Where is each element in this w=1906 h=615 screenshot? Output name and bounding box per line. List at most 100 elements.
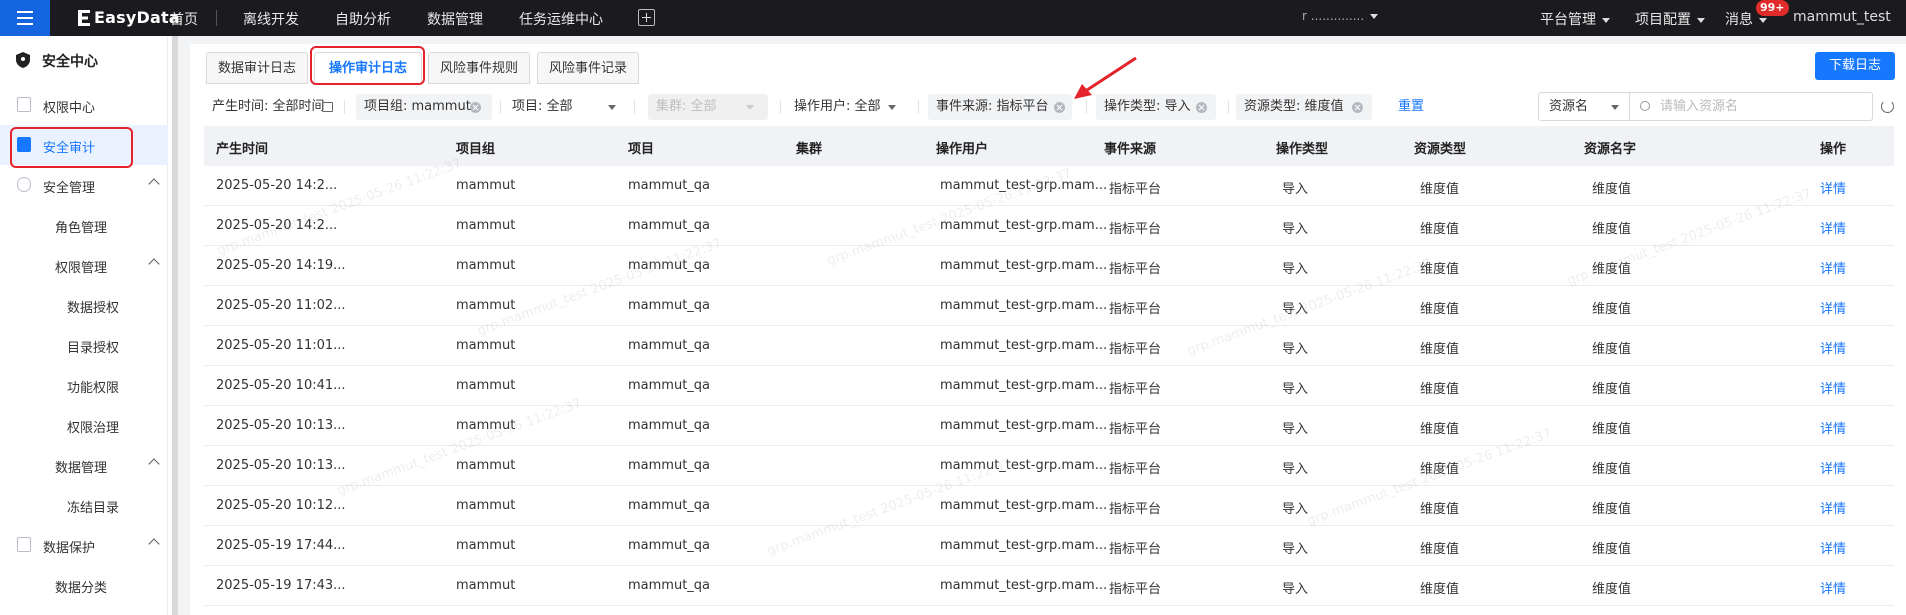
detail-link[interactable]: 详情 xyxy=(1820,298,1846,317)
cell-resource-type: 维度值 xyxy=(1420,342,1460,357)
chevron-up-icon xyxy=(148,538,160,550)
project-filter[interactable]: 项目: 全部 xyxy=(512,94,622,120)
column-header[interactable]: 项目组 xyxy=(456,138,495,157)
table-row: 2025-05-20 10:12... mammut mammut_qa mammut… xyxy=(204,486,1894,526)
column-header[interactable]: 操作用户 xyxy=(936,138,988,157)
detail-link[interactable]: 详情 xyxy=(1820,498,1846,517)
cell-resource-name: 维度值 xyxy=(1592,502,1632,517)
detail-link[interactable]: 详情 xyxy=(1820,418,1846,437)
chevron-down-icon xyxy=(608,105,616,110)
cell-created-time: 2025-05-19 17:43... xyxy=(216,578,346,593)
detail-link[interactable]: 详情 xyxy=(1820,578,1846,597)
cell-project-group: mammut xyxy=(456,458,516,473)
resource-field-select[interactable]: 资源名 xyxy=(1538,92,1630,121)
sidebar: 安全中心 权限中心 安全审计 安全管理 角色管理 权限管理 数据授权 目录授权 … xyxy=(0,36,168,615)
cell-project: mammut_qa xyxy=(628,458,711,473)
nav-self-analysis[interactable]: 自助分析 xyxy=(335,9,391,29)
sidebar-item-label: 角色管理 xyxy=(55,221,108,236)
sidebar-item-data-authorization[interactable]: 数据授权 xyxy=(0,285,168,325)
top-nav-bar: EasyData 首页 离线开发 自助分析 数据管理 任务运维中心 r ....… xyxy=(0,0,1906,36)
sidebar-item-frozen-catalog[interactable]: 冻结目录 xyxy=(0,485,168,525)
column-header[interactable]: 资源名字 xyxy=(1584,138,1636,157)
column-header[interactable]: 产生时间 xyxy=(216,138,268,157)
sidebar-item-data-protection[interactable]: 数据保护 xyxy=(0,525,168,565)
sidebar-item-permission-center[interactable]: 权限中心 xyxy=(0,85,168,125)
nav-data-management[interactable]: 数据管理 xyxy=(427,9,483,29)
resource-type-filter[interactable]: 资源类型: 维度值 xyxy=(1236,94,1372,120)
clear-icon[interactable] xyxy=(1352,102,1363,113)
cell-operator-user: mammut_test-grp.mam... xyxy=(940,458,1108,473)
sidebar-item-data-classification[interactable]: 数据分类 xyxy=(0,565,168,605)
detail-link[interactable]: 详情 xyxy=(1820,178,1846,197)
cell-resource-type: 维度值 xyxy=(1420,542,1460,557)
clear-icon[interactable] xyxy=(1054,102,1065,113)
cell-resource-name: 维度值 xyxy=(1592,342,1632,357)
chevron-up-icon xyxy=(148,178,160,190)
tab-risk-event-rules[interactable]: 风险事件规则 xyxy=(428,52,530,84)
cell-created-time: 2025-05-20 10:12... xyxy=(216,498,346,513)
event-source-filter[interactable]: 事件来源: 指标平台 xyxy=(928,94,1072,120)
column-header[interactable]: 集群 xyxy=(796,138,822,157)
tenant-selector[interactable]: r .............. xyxy=(1302,9,1379,23)
sidebar-item-permission-management[interactable]: 权限管理 xyxy=(0,245,168,285)
operator-user-filter[interactable]: 操作用户: 全部 xyxy=(794,94,904,120)
project-config-menu[interactable]: 项目配置 xyxy=(1635,9,1705,29)
sidebar-item-function-permission[interactable]: 功能权限 xyxy=(0,365,168,405)
sidebar-item-label: 数据分类 xyxy=(55,581,108,596)
column-header[interactable]: 操作 xyxy=(1820,138,1846,157)
tab-data-audit-log[interactable]: 数据审计日志 xyxy=(206,52,308,84)
nav-divider xyxy=(216,10,217,26)
time-filter[interactable]: 产生时间: 全部时间 xyxy=(212,94,336,120)
filter-divider xyxy=(634,100,635,114)
detail-link[interactable]: 详情 xyxy=(1820,538,1846,557)
cell-event-source: 指标平台 xyxy=(1109,262,1162,277)
sidebar-item-catalog-authorization[interactable]: 目录授权 xyxy=(0,325,168,365)
nav-ops-center[interactable]: 任务运维中心 xyxy=(519,9,603,29)
detail-link[interactable]: 详情 xyxy=(1820,338,1846,357)
column-header[interactable]: 操作类型 xyxy=(1276,138,1328,157)
sidebar-item-security-management[interactable]: 安全管理 xyxy=(0,165,168,205)
sidebar-item-label: 权限管理 xyxy=(55,261,108,276)
table-row: 2025-05-20 14:2... mammut mammut_qa mammut_… xyxy=(204,166,1894,206)
cell-operator-user: mammut_test-grp.mam... xyxy=(940,258,1108,273)
chevron-down-icon xyxy=(746,105,754,110)
easydata-logo-icon xyxy=(78,10,90,26)
table-row: 2025-05-20 11:01... mammut mammut_qa mammut… xyxy=(204,326,1894,366)
app-logo-text[interactable]: EasyData xyxy=(94,8,180,27)
column-header[interactable]: 事件来源 xyxy=(1104,138,1156,157)
sidebar-item-label: 数据保护 xyxy=(43,541,96,556)
project-group-filter[interactable]: 项目组: mammut xyxy=(356,94,492,120)
nav-home[interactable]: 首页 xyxy=(170,9,198,29)
tab-risk-event-records[interactable]: 风险事件记录 xyxy=(537,52,639,84)
detail-link[interactable]: 详情 xyxy=(1820,218,1846,237)
detail-link[interactable]: 详情 xyxy=(1820,458,1846,477)
cell-event-source: 指标平台 xyxy=(1109,582,1162,597)
cell-operator-user: mammut_test-grp.mam... xyxy=(940,578,1108,593)
sidebar-item-data-management[interactable]: 数据管理 xyxy=(0,445,168,485)
user-name[interactable]: mammut_test xyxy=(1793,9,1891,25)
download-log-button[interactable]: 下载日志 xyxy=(1815,52,1895,80)
sidebar-item-security-audit[interactable]: 安全审计 xyxy=(0,125,168,165)
clear-icon[interactable] xyxy=(1196,102,1207,113)
refresh-icon[interactable] xyxy=(1881,100,1894,113)
resource-search-input[interactable]: 请输入资源名 xyxy=(1629,92,1873,121)
column-header[interactable]: 资源类型 xyxy=(1414,138,1466,157)
cell-operation-type: 导入 xyxy=(1282,542,1309,557)
clear-icon[interactable] xyxy=(470,102,481,113)
sidebar-item-permission-governance[interactable]: 权限治理 xyxy=(0,405,168,445)
cell-created-time: 2025-05-20 14:2... xyxy=(216,178,338,193)
chevron-up-icon xyxy=(148,258,160,270)
platform-admin-menu[interactable]: 平台管理 xyxy=(1540,9,1610,29)
reset-button[interactable]: 重置 xyxy=(1398,94,1424,120)
menu-icon[interactable] xyxy=(0,0,50,36)
operation-type-filter[interactable]: 操作类型: 导入 xyxy=(1096,94,1216,120)
filter-divider xyxy=(780,100,781,114)
cell-resource-type: 维度值 xyxy=(1420,382,1460,397)
detail-link[interactable]: 详情 xyxy=(1820,258,1846,277)
tab-operation-audit-log[interactable]: 操作审计日志 xyxy=(314,52,422,84)
detail-link[interactable]: 详情 xyxy=(1820,378,1846,397)
add-icon[interactable] xyxy=(638,9,655,26)
nav-offline-dev[interactable]: 离线开发 xyxy=(243,9,299,29)
sidebar-item-role-management[interactable]: 角色管理 xyxy=(0,205,168,245)
column-header[interactable]: 项目 xyxy=(628,138,654,157)
